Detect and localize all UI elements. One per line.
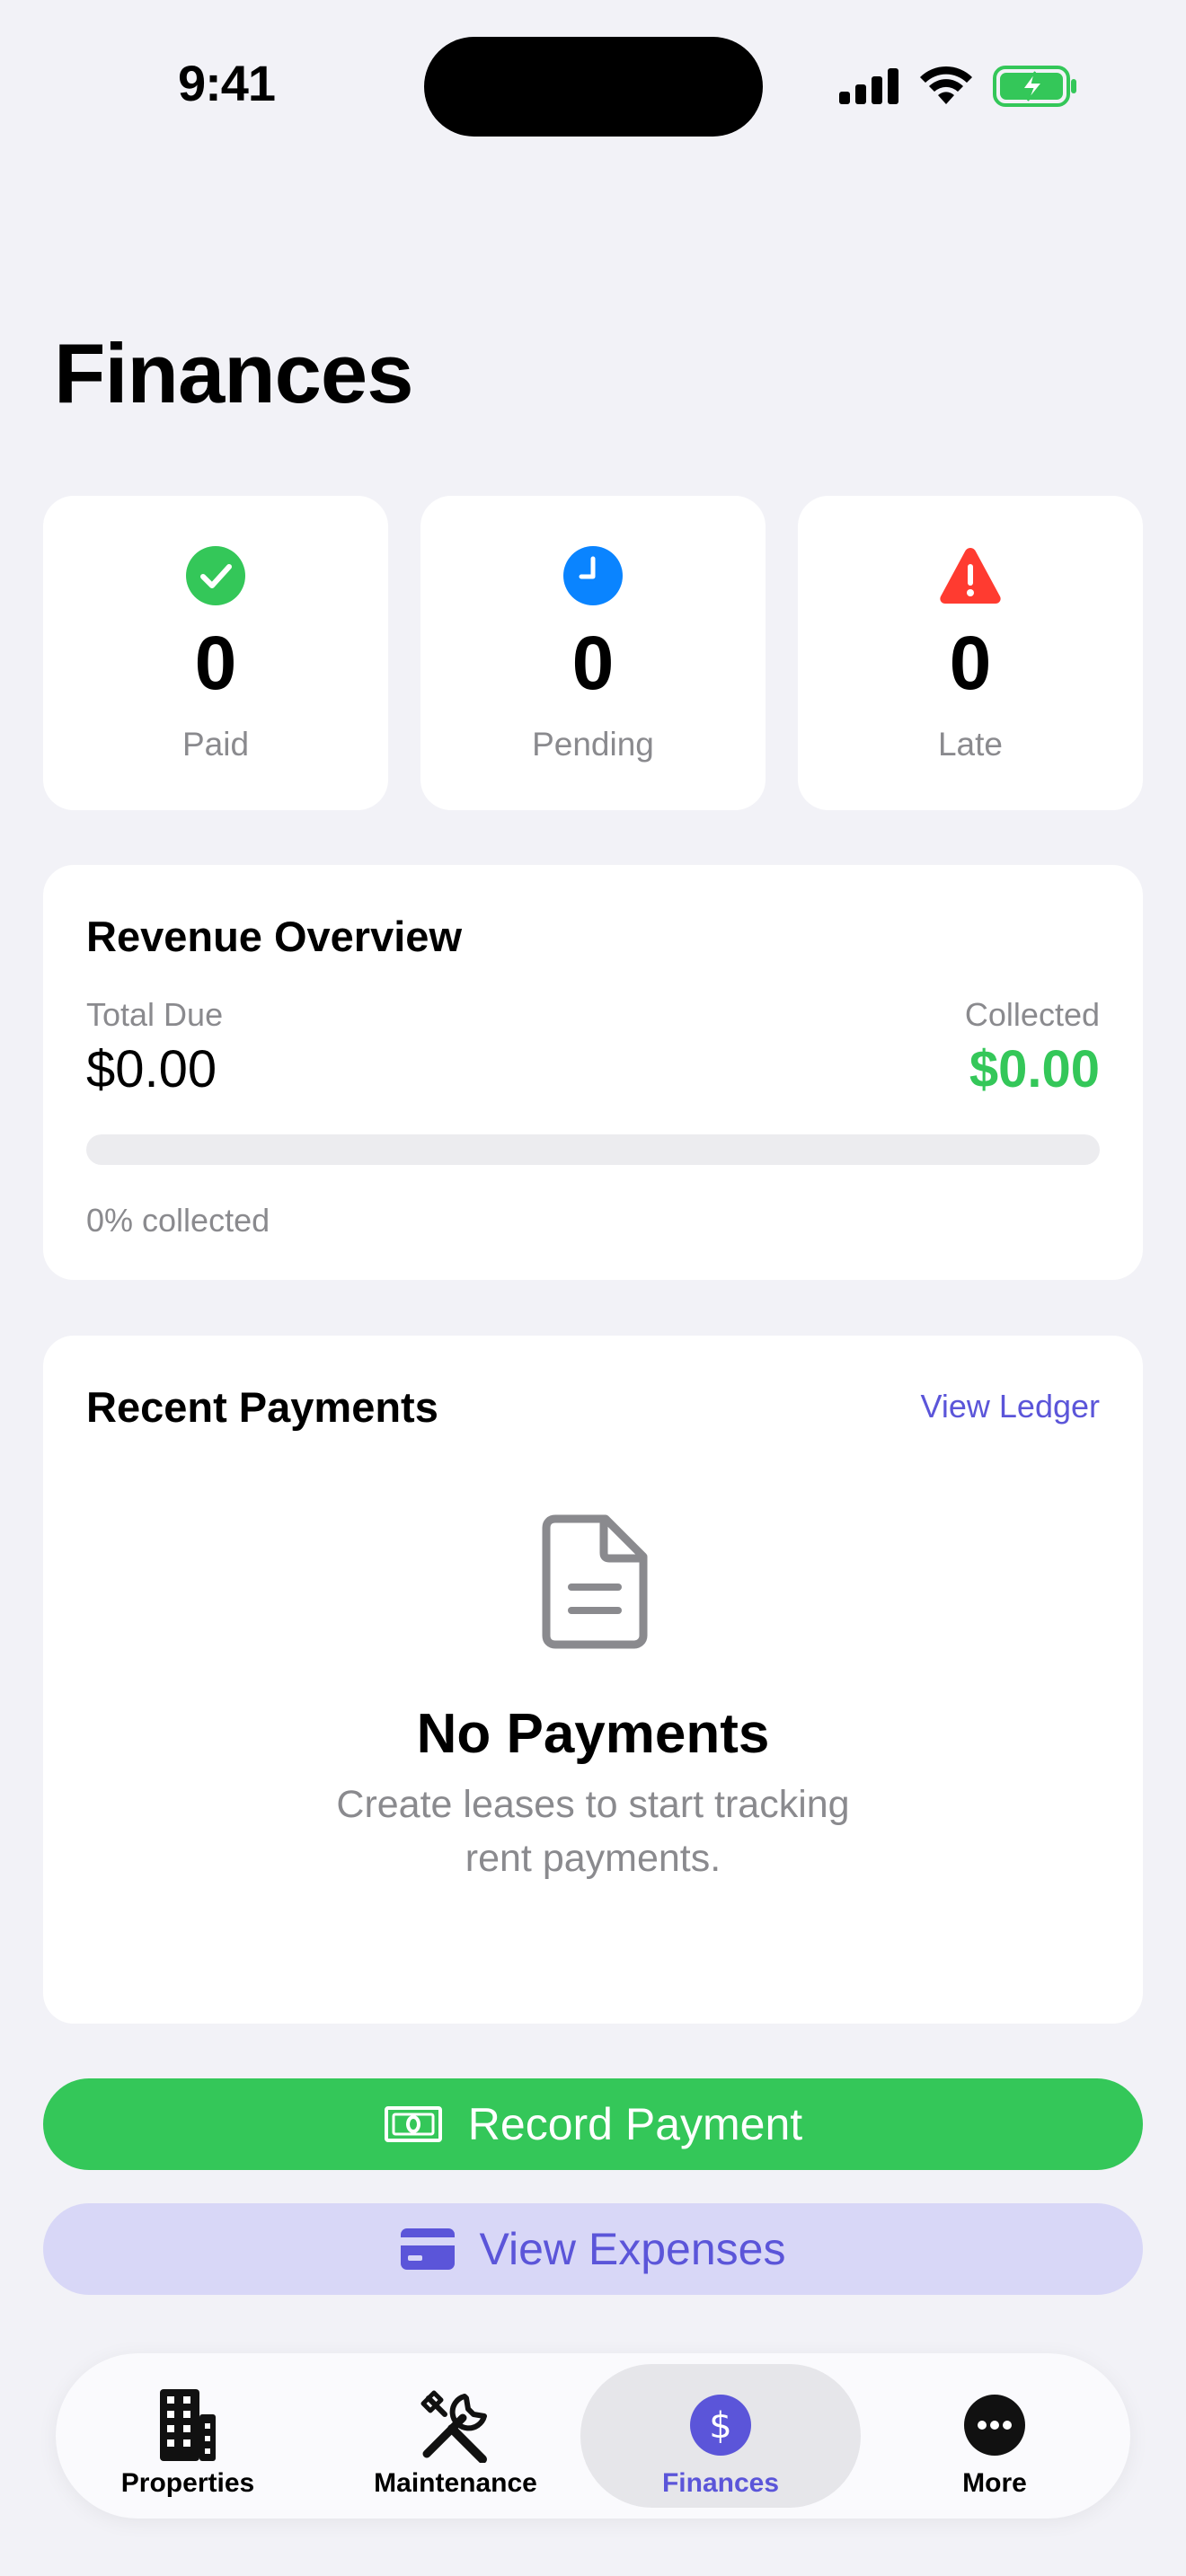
tab-label: Finances xyxy=(661,2468,780,2498)
record-payment-button[interactable]: Record Payment xyxy=(43,2078,1143,2170)
total-due-label: Total Due xyxy=(86,996,224,1033)
signal-icon xyxy=(839,68,898,104)
tools-icon xyxy=(420,2390,487,2463)
total-due-value: $0.00 xyxy=(86,1040,217,1098)
stat-label: Pending xyxy=(532,726,654,763)
stat-card-paid[interactable]: 0 Paid xyxy=(43,496,388,810)
tab-more[interactable]: More xyxy=(864,2364,1125,2508)
battery-icon xyxy=(993,66,1076,107)
stat-label: Late xyxy=(937,726,1003,763)
stat-card-pending[interactable]: 0 Pending xyxy=(420,496,766,810)
revenue-title: Revenue Overview xyxy=(86,913,462,960)
collection-progress-bar xyxy=(86,1134,1100,1165)
tab-maintenance[interactable]: Maintenance xyxy=(325,2364,586,2508)
stat-value: 0 xyxy=(571,621,615,705)
credit-card-icon xyxy=(400,2228,455,2270)
stat-card-late[interactable]: 0 Late xyxy=(798,496,1143,810)
dollar-circle-icon: $ xyxy=(690,2395,751,2456)
view-expenses-button[interactable]: View Expenses xyxy=(43,2203,1143,2295)
tab-label: Maintenance xyxy=(374,2468,537,2498)
collected-label: Collected xyxy=(964,996,1100,1033)
document-icon xyxy=(542,1514,648,1649)
page-title: Finances xyxy=(54,326,413,420)
tab-bar: Properties Maintenance $ Finances More xyxy=(56,2353,1130,2519)
wifi-icon xyxy=(920,66,972,104)
collected-value: $0.00 xyxy=(969,1040,1100,1098)
tab-label: More xyxy=(962,2468,1027,2498)
tab-properties[interactable]: Properties xyxy=(58,2364,318,2508)
revenue-overview-card: Revenue Overview Total Due $0.00 Collect… xyxy=(43,865,1143,1280)
view-expenses-label: View Expenses xyxy=(479,2224,786,2274)
tab-finances[interactable]: $ Finances xyxy=(580,2364,861,2508)
progress-text: 0% collected xyxy=(86,1202,270,1239)
checkmark-circle-icon xyxy=(186,546,245,605)
ellipsis-circle-icon xyxy=(964,2395,1025,2456)
stat-label: Paid xyxy=(181,726,250,763)
stat-value: 0 xyxy=(949,621,992,705)
svg-text:$: $ xyxy=(709,2405,731,2447)
record-payment-label: Record Payment xyxy=(467,2099,803,2149)
banknote-icon xyxy=(384,2106,442,2142)
finances-screen: 9:41 Finances 0 Paid 0 Pending 0 Late Re… xyxy=(0,0,1186,2576)
building-icon xyxy=(160,2389,216,2461)
empty-state-title: No Payments xyxy=(416,1703,770,1765)
tab-label: Properties xyxy=(120,2468,255,2498)
view-ledger-link[interactable]: View Ledger xyxy=(921,1388,1100,1425)
warning-triangle-icon xyxy=(940,548,1001,604)
clock-icon xyxy=(563,546,623,605)
status-time: 9:41 xyxy=(177,55,276,111)
stat-value: 0 xyxy=(194,621,237,705)
empty-state-subtitle: Create leases to start tracking rent pay… xyxy=(336,1783,850,1880)
dynamic-island xyxy=(424,37,763,137)
recent-payments-title: Recent Payments xyxy=(86,1383,438,1431)
recent-payments-card: Recent Payments View Ledger No Payments … xyxy=(43,1336,1143,2024)
